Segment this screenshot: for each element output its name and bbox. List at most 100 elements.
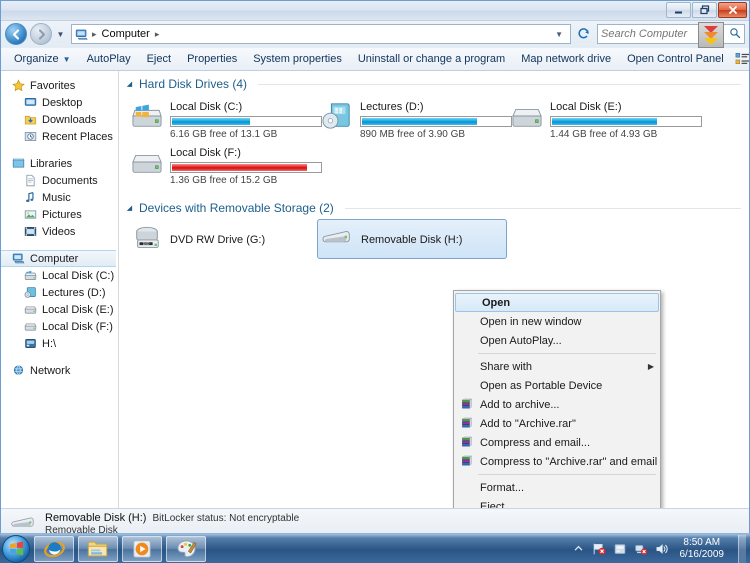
download-indicator-icon[interactable] (698, 22, 724, 48)
drive-tile-dvd-rw-g[interactable]: DVD DVD RW Drive (G:) (127, 219, 317, 259)
optical-drive-icon (320, 99, 354, 133)
taskbar-button-windows-media-player[interactable] (122, 535, 162, 562)
sidebar-label: Recent Places (42, 130, 113, 143)
star-icon (11, 79, 25, 93)
context-menu-item-open[interactable]: Open (455, 293, 659, 312)
address-dropdown-button[interactable]: ▼ (550, 30, 568, 39)
group-header-removable-storage[interactable]: ◢ Devices with Removable Storage (2) (119, 195, 749, 217)
search-box[interactable] (597, 22, 745, 48)
forward-button[interactable] (30, 23, 52, 45)
toolbar-map-network-drive[interactable]: Map network drive (514, 50, 618, 68)
sidebar-item-music[interactable]: Music (1, 189, 118, 206)
context-menu-item-open-autoplay[interactable]: Open AutoPlay... (454, 331, 660, 350)
minimize-button[interactable] (666, 2, 691, 18)
toolbar-uninstall-program[interactable]: Uninstall or change a program (351, 50, 512, 68)
capacity-meter (550, 116, 702, 127)
document-icon (23, 174, 37, 188)
sidebar-label: Local Disk (E:) (42, 303, 114, 316)
drive-tile-local-disk-c[interactable]: Local Disk (C:) 6.16 GB free of 13.1 GB (127, 95, 322, 141)
drive-info: Local Disk (E:) 1.44 GB free of 4.93 GB (550, 99, 702, 140)
sidebar-item-pictures[interactable]: Pictures (1, 206, 118, 223)
window-controls (666, 2, 747, 18)
context-menu-item-add-to-archive-rar[interactable]: Add to "Archive.rar" (454, 414, 660, 433)
toolbar-eject[interactable]: Eject (140, 50, 178, 68)
drive-tile-lectures-d[interactable]: Lectures (D:) 890 MB free of 3.90 GB (317, 95, 512, 141)
context-menu-label: Add to "Archive.rar" (480, 417, 576, 430)
context-menu-item-open-in-new-window[interactable]: Open in new window (454, 312, 660, 331)
action-center-icon[interactable] (592, 541, 607, 556)
drive-name: DVD RW Drive (G:) (170, 234, 266, 246)
context-menu-item-eject[interactable]: Eject (454, 497, 660, 509)
sidebar-item-videos[interactable]: Videos (1, 223, 118, 240)
refresh-button[interactable] (574, 24, 594, 44)
sidebar-item-downloads[interactable]: Downloads (1, 111, 118, 128)
removable-media-icon[interactable] (613, 541, 628, 556)
context-menu-item-share-with[interactable]: Share with ▶ (454, 357, 660, 376)
details-title: Removable Disk (H:) (45, 511, 147, 524)
toolbar-autoplay[interactable]: AutoPlay (80, 50, 138, 68)
toolbar-system-properties[interactable]: System properties (246, 50, 349, 68)
menu-icon-placeholder (458, 314, 474, 330)
context-menu-item-open-as-portable-device[interactable]: Open as Portable Device (454, 376, 660, 395)
restore-button[interactable] (692, 2, 717, 18)
sidebar-item-local-disk-c[interactable]: Local Disk (C:) (1, 267, 118, 284)
taskbar-button-paint[interactable] (166, 535, 206, 562)
nav-group-computer: Computer Local Disk (C:) Lectures (D:) L… (1, 250, 118, 352)
group-divider (258, 83, 741, 85)
drive-tile-local-disk-e[interactable]: Local Disk (E:) 1.44 GB free of 4.93 GB (507, 95, 702, 141)
sidebar-item-network[interactable]: Network (1, 362, 118, 379)
recent-places-icon (23, 130, 37, 144)
context-menu-item-add-to-archive[interactable]: Add to archive... (454, 395, 660, 414)
sidebar-item-desktop[interactable]: Desktop (1, 94, 118, 111)
sidebar-item-favorites[interactable]: Favorites (1, 77, 118, 94)
menu-icon-placeholder (458, 359, 474, 375)
sidebar-item-libraries[interactable]: Libraries (1, 155, 118, 172)
sidebar-label: Documents (42, 174, 98, 187)
collapse-triangle-icon[interactable]: ◢ (125, 80, 134, 89)
drive-tile-removable-disk-h[interactable]: Removable Disk (H:) (317, 219, 507, 259)
context-menu-label: Open in new window (480, 315, 582, 328)
breadcrumb-separator-trailing[interactable]: ▸ (154, 29, 161, 40)
sidebar-label: Music (42, 191, 71, 204)
collapse-triangle-icon[interactable]: ◢ (125, 204, 134, 213)
capacity-fill (552, 118, 658, 125)
drive-capacity-text: 890 MB free of 3.90 GB (360, 129, 466, 140)
recent-pages-dropdown[interactable]: ▼ (55, 23, 66, 45)
toolbar-open-control-panel[interactable]: Open Control Panel (620, 50, 731, 68)
menu-icon-placeholder (458, 378, 474, 394)
show-hidden-icons-icon[interactable] (571, 541, 586, 556)
context-menu-item-format[interactable]: Format... (454, 478, 660, 497)
context-menu-label: Open AutoPlay... (480, 334, 562, 347)
sidebar-label: Desktop (42, 96, 83, 109)
network-icon[interactable] (634, 541, 649, 556)
address-bar[interactable]: ▸ Computer ▸ ▼ (71, 24, 571, 44)
sidebar-item-local-disk-f[interactable]: Local Disk (F:) (1, 318, 118, 335)
context-menu[interactable]: Open Open in new window Open AutoPlay...… (453, 290, 661, 508)
toolbar-properties[interactable]: Properties (180, 50, 244, 68)
show-desktop-button[interactable] (738, 534, 746, 563)
file-list-pane[interactable]: ◢ Hard Disk Drives (4) Local Disk (C:) 6… (119, 71, 749, 508)
group-header-hard-disk-drives[interactable]: ◢ Hard Disk Drives (4) (119, 71, 749, 93)
sidebar-item-drive-h[interactable]: H:\ (1, 335, 118, 352)
change-view-icon[interactable] (735, 49, 750, 69)
volume-icon[interactable] (655, 541, 670, 556)
context-menu-item-compress-and-email[interactable]: Compress and email... (454, 433, 660, 452)
taskbar-button-windows-explorer[interactable] (78, 535, 118, 562)
toolbar-organize[interactable]: Organize ▼ (7, 50, 78, 68)
group-title: Hard Disk Drives (4) (139, 77, 248, 91)
sidebar-item-computer[interactable]: Computer (1, 250, 116, 267)
breadcrumb-computer[interactable]: Computer (100, 28, 152, 40)
drive-tile-local-disk-f[interactable]: Local Disk (F:) 1.36 GB free of 15.2 GB (127, 141, 322, 187)
back-button[interactable] (5, 23, 27, 45)
context-menu-label: Share with (480, 360, 532, 373)
context-menu-item-compress-to-archive-and-email[interactable]: Compress to "Archive.rar" and email (454, 452, 660, 471)
sidebar-item-documents[interactable]: Documents (1, 172, 118, 189)
close-button[interactable] (718, 2, 747, 18)
taskbar-clock[interactable]: 8:50 AM 6/16/2009 (676, 537, 729, 561)
breadcrumb-separator: ▸ (92, 28, 97, 39)
start-button[interactable] (2, 534, 30, 563)
sidebar-item-lectures-d[interactable]: Lectures (D:) (1, 284, 118, 301)
sidebar-item-local-disk-e[interactable]: Local Disk (E:) (1, 301, 118, 318)
sidebar-item-recent-places[interactable]: Recent Places (1, 128, 118, 145)
taskbar-button-internet-explorer[interactable] (34, 535, 74, 562)
